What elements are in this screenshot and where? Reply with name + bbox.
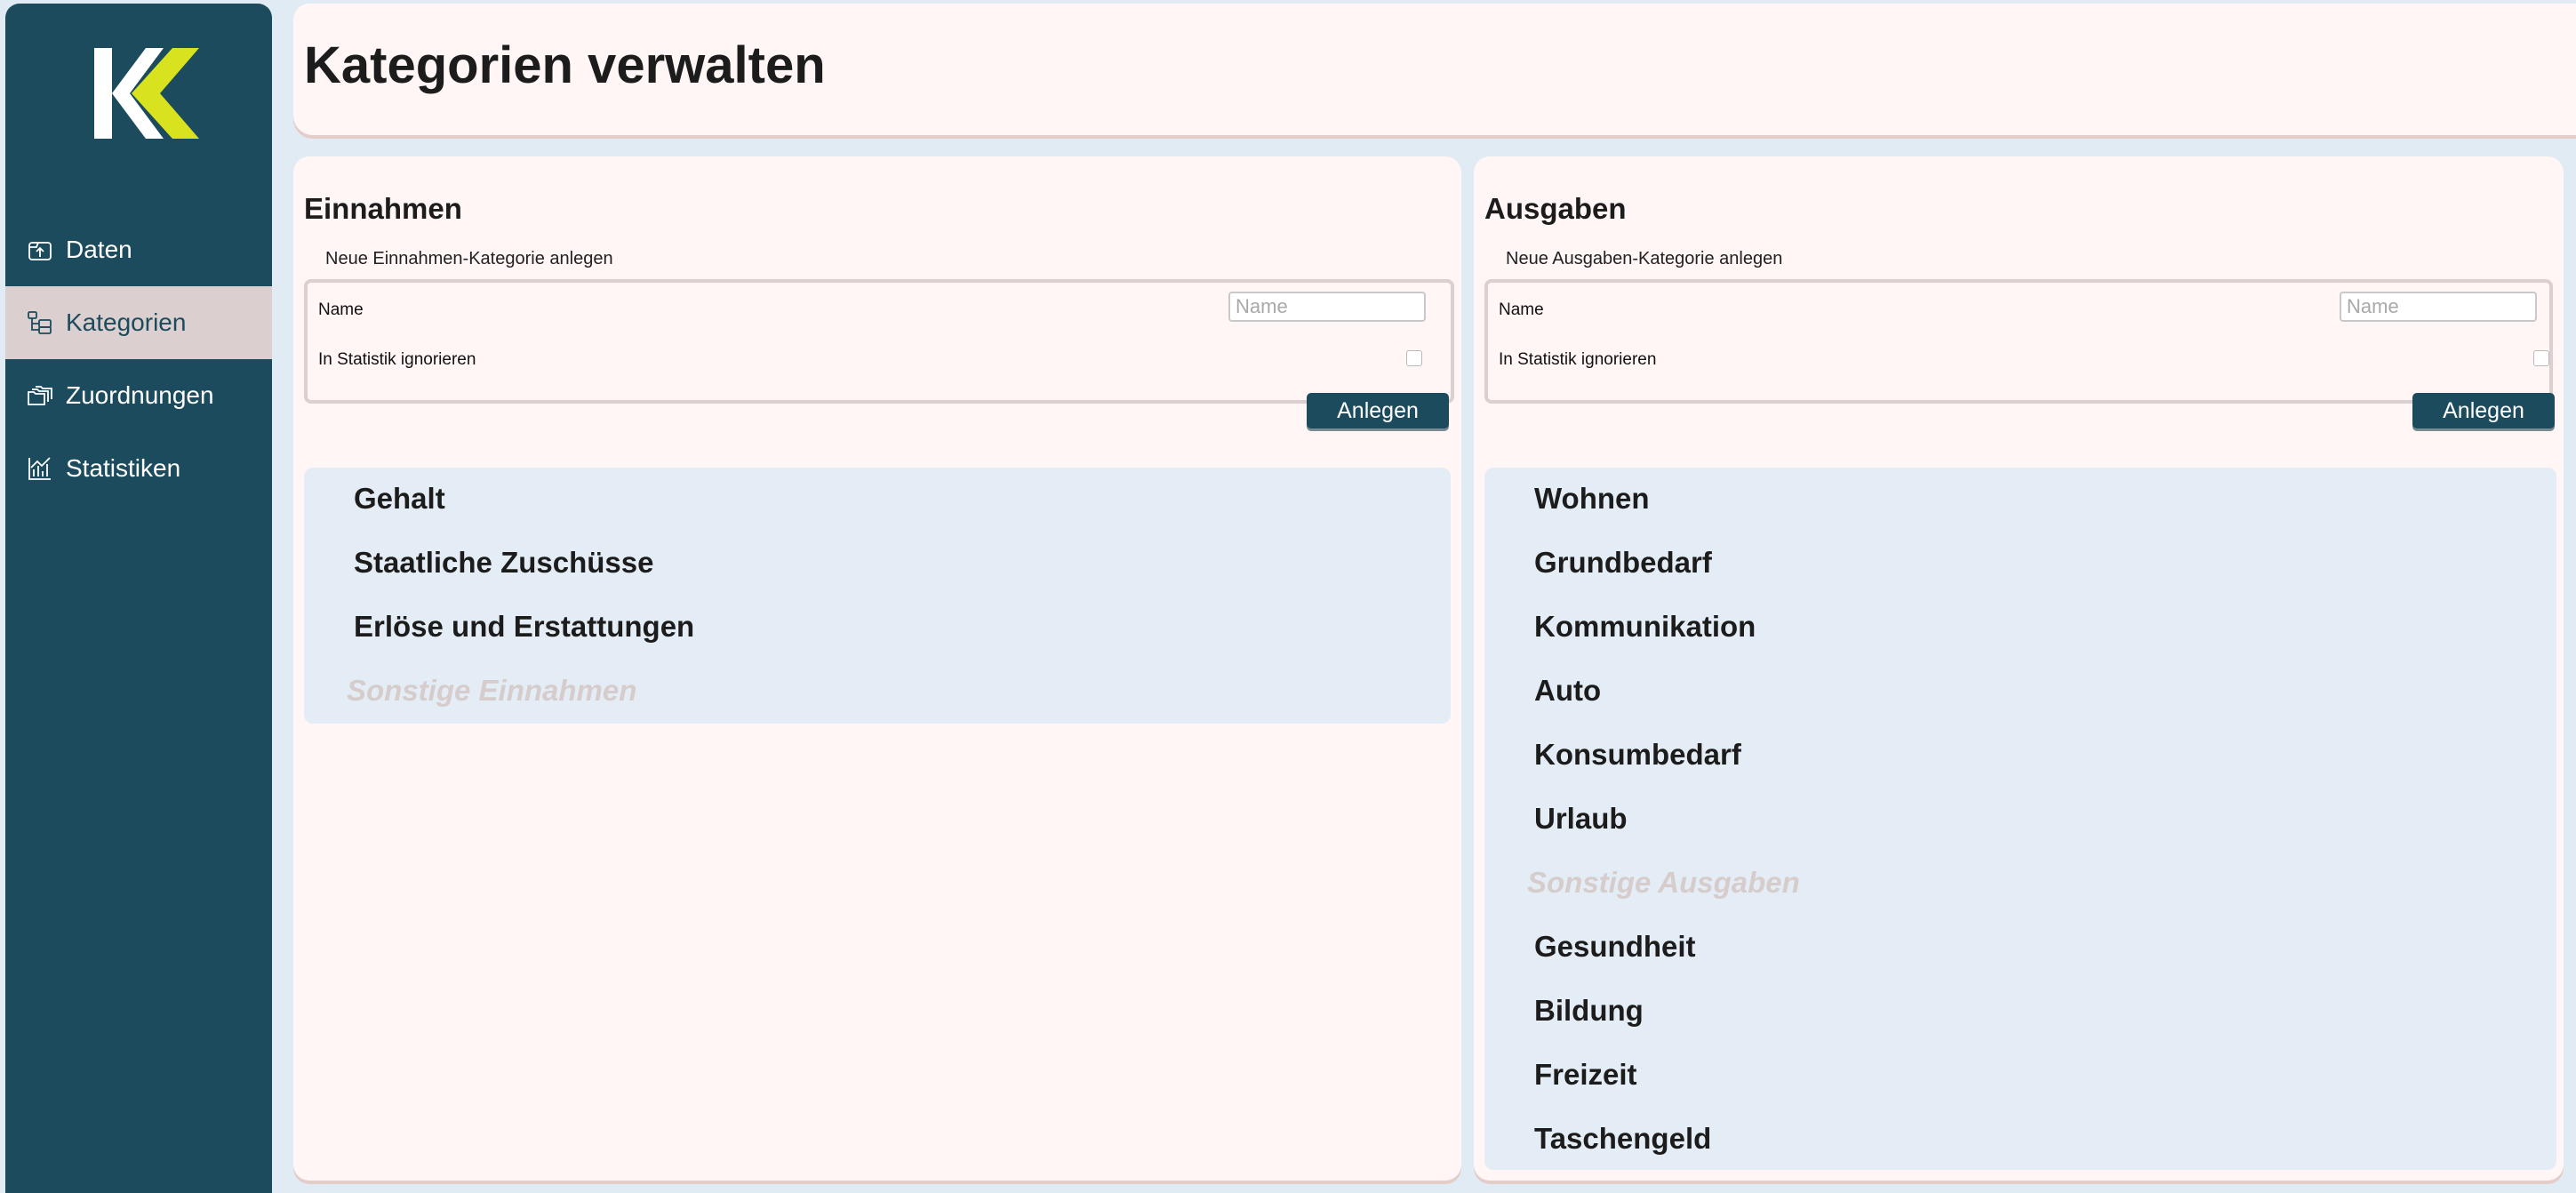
- list-item[interactable]: Bildung: [1534, 994, 1644, 1028]
- page-title: Kategorien verwalten: [304, 36, 826, 94]
- sidebar-item-zuordnungen[interactable]: Zuordnungen: [5, 359, 272, 432]
- expenses-panel: Ausgaben Neue Ausgaben-Kategorie anlegen…: [1474, 156, 2564, 1181]
- expenses-ignore-label: In Statistik ignorieren: [1499, 350, 1657, 369]
- expenses-name-label: Name: [1499, 300, 1544, 319]
- expenses-form-legend: Neue Ausgaben-Kategorie anlegen: [1506, 249, 1783, 268]
- expenses-category-list: Wohnen Grundbedarf Kommunikation Auto Ko…: [1484, 468, 2556, 1170]
- income-panel: Einnahmen Neue Einnahmen-Kategorie anleg…: [293, 156, 1461, 1181]
- list-item[interactable]: Taschengeld: [1534, 1122, 1711, 1156]
- income-name-input[interactable]: [1228, 292, 1426, 322]
- chart-icon: [25, 453, 55, 484]
- sidebar-nav: Daten Kategorien Zuordnungen Statistiken: [5, 213, 272, 505]
- income-form-legend: Neue Einnahmen-Kategorie anlegen: [325, 249, 613, 268]
- expenses-ignore-checkbox[interactable]: [2533, 350, 2549, 366]
- income-create-button[interactable]: Anlegen: [1307, 393, 1449, 428]
- sidebar-item-daten[interactable]: Daten: [5, 213, 272, 286]
- sidebar: Daten Kategorien Zuordnungen Statistiken: [5, 4, 272, 1193]
- income-ignore-label: In Statistik ignorieren: [318, 350, 476, 369]
- list-item[interactable]: Grundbedarf: [1534, 546, 1712, 580]
- app-logo: [89, 44, 210, 142]
- sidebar-item-statistiken[interactable]: Statistiken: [5, 432, 272, 505]
- list-item[interactable]: Staatliche Zuschüsse: [354, 546, 653, 580]
- upload-box-icon: [25, 235, 55, 265]
- list-item[interactable]: Sonstige Einnahmen: [347, 674, 636, 708]
- income-name-label: Name: [318, 300, 364, 319]
- folders-icon: [25, 380, 55, 411]
- expenses-create-button[interactable]: Anlegen: [2412, 393, 2555, 428]
- sidebar-item-label: Daten: [66, 236, 132, 263]
- expenses-form: Name In Statistik ignorieren Anlegen: [1484, 279, 2555, 428]
- list-item[interactable]: Sonstige Ausgaben: [1527, 866, 1800, 900]
- page-header: Kategorien verwalten: [293, 4, 2576, 135]
- expenses-title: Ausgaben: [1484, 192, 1627, 225]
- list-item[interactable]: Kommunikation: [1534, 610, 1756, 644]
- income-form: Name In Statistik ignorieren Anlegen: [304, 279, 1454, 428]
- income-ignore-checkbox[interactable]: [1406, 350, 1422, 366]
- expenses-name-input[interactable]: [2340, 292, 2537, 322]
- list-item[interactable]: Gesundheit: [1534, 930, 1696, 964]
- sidebar-item-kategorien[interactable]: Kategorien: [5, 286, 272, 359]
- list-item[interactable]: Wohnen: [1534, 482, 1650, 516]
- sidebar-item-label: Zuordnungen: [66, 381, 214, 409]
- list-item[interactable]: Urlaub: [1534, 802, 1628, 836]
- category-tree-icon: [25, 308, 55, 338]
- sidebar-item-label: Kategorien: [66, 308, 187, 336]
- sidebar-item-label: Statistiken: [66, 454, 181, 482]
- list-item[interactable]: Gehalt: [354, 482, 445, 516]
- income-category-list: Gehalt Staatliche Zuschüsse Erlöse und E…: [304, 468, 1451, 724]
- income-title: Einnahmen: [304, 192, 462, 225]
- logo-kk-icon: [94, 48, 199, 139]
- list-item[interactable]: Auto: [1534, 674, 1601, 708]
- list-item[interactable]: Konsumbedarf: [1534, 738, 1741, 772]
- list-item[interactable]: Freizeit: [1534, 1058, 1637, 1092]
- list-item[interactable]: Erlöse und Erstattungen: [354, 610, 694, 644]
